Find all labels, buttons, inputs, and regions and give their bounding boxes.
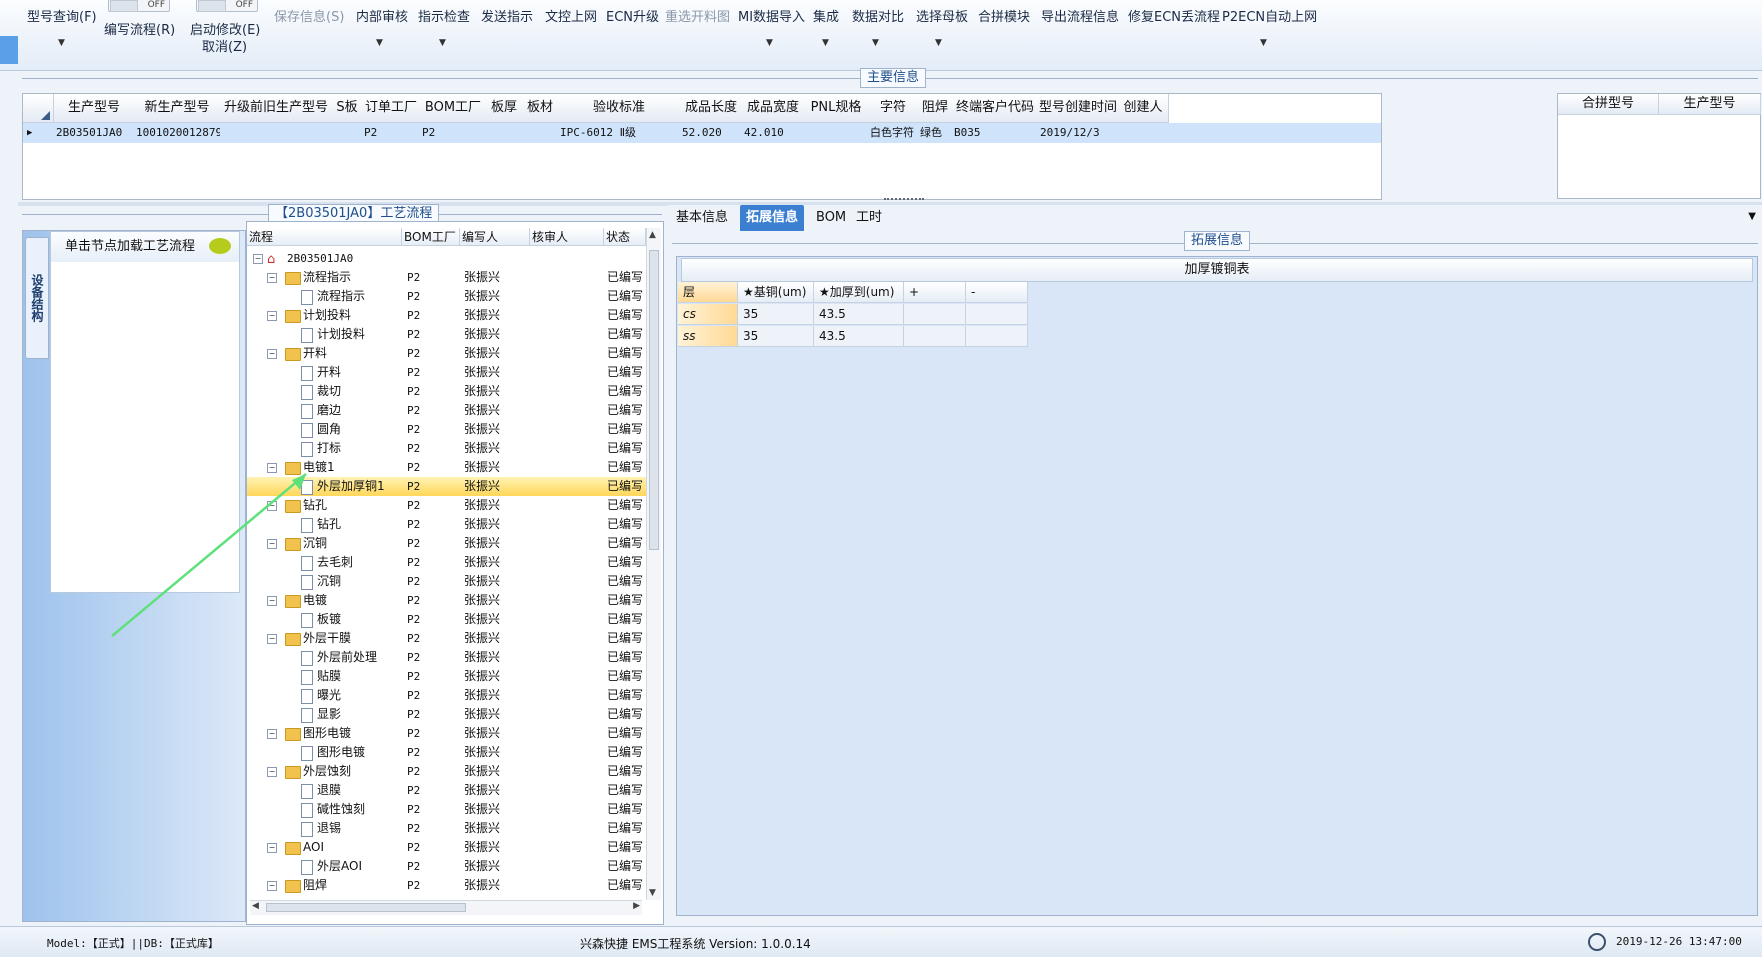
ext-table-cell: 43.5 (814, 304, 904, 325)
model-db-status: Model:【正式】||DB:【正式库】 (47, 937, 219, 950)
tab-bom[interactable]: BOM (810, 205, 852, 231)
ext-info-box (676, 256, 1758, 916)
ext-info-title: 拓展信息 (1184, 231, 1251, 251)
clock-icon (1588, 933, 1606, 951)
thicken-copper-table-title: 加厚镀铜表 (681, 258, 1753, 282)
ext-table-cell (904, 326, 966, 347)
tab-extended-info[interactable]: 拓展信息 (740, 205, 805, 231)
datetime: 2019-12-26 13:47:00 (1616, 935, 1742, 948)
tab-work-hours[interactable]: 工时 (850, 205, 888, 231)
ext-column-header[interactable]: + (904, 282, 966, 303)
ext-table-cell: 35 (738, 304, 814, 325)
ext-table-cell: 43.5 (814, 326, 904, 347)
ext-column-header[interactable]: ★加厚到(um) (814, 282, 904, 303)
ext-table-cell (966, 326, 1028, 347)
ext-column-header[interactable]: 层 (678, 282, 738, 303)
ext-column-header[interactable]: - (966, 282, 1028, 303)
ext-column-header[interactable]: ★基铜(um) (738, 282, 814, 303)
status-bar: Model:【正式】||DB:【正式库】 兴森快捷 EMS工程系统 Versio… (0, 926, 1762, 957)
system-version: 兴森快捷 EMS工程系统 Version: 1.0.0.14 (580, 937, 811, 951)
tab-basic-info[interactable]: 基本信息 (670, 205, 734, 231)
ext-table-cell (966, 304, 1028, 325)
ext-table-cell: cs (678, 304, 738, 325)
ext-table-cell: ss (678, 326, 738, 347)
ext-table-cell: 35 (738, 326, 814, 347)
tab-menu-chevron-icon[interactable]: ▼ (1748, 211, 1756, 222)
ext-table-cell (904, 304, 966, 325)
